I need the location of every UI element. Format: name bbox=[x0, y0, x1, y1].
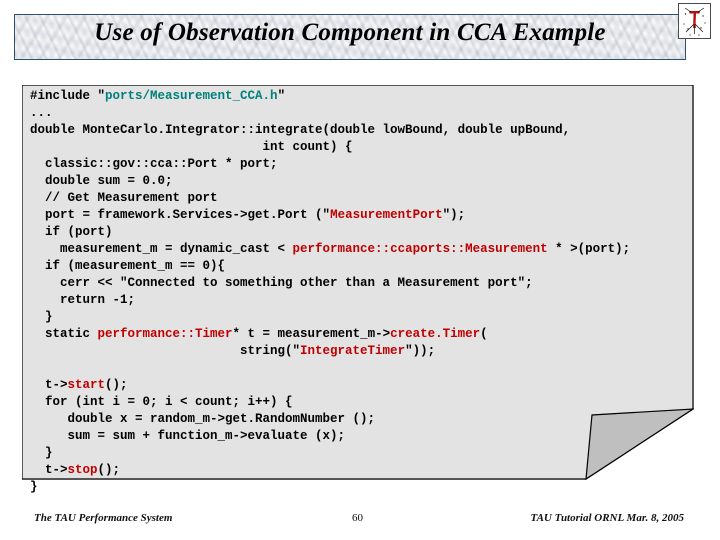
code-line: // Get Measurement port bbox=[30, 190, 690, 207]
tau-logo bbox=[678, 3, 711, 39]
code-line: if (measurement_m == 0){ bbox=[30, 258, 690, 275]
code-line: double x = random_m->get.RandomNumber ()… bbox=[30, 411, 690, 428]
code-line: port = framework.Services->get.Port ("Me… bbox=[30, 207, 690, 224]
code-token: } bbox=[30, 310, 53, 324]
code-line: double sum = 0.0; bbox=[30, 173, 690, 190]
code-line: } bbox=[30, 479, 690, 496]
code-line: } bbox=[30, 445, 690, 462]
code-token: double MonteCarlo.Integrator::integrate(… bbox=[30, 123, 571, 137]
code-line: string("IntegrateTimer")); bbox=[30, 343, 690, 360]
code-line: measurement_m = dynamic_cast < performan… bbox=[30, 241, 690, 258]
code-line: return -1; bbox=[30, 292, 690, 309]
code-token: ( bbox=[480, 327, 488, 341]
footer-right-text: TAU Tutorial ORNL Mar. 8, 2005 bbox=[530, 512, 684, 524]
code-token: // Get Measurement port bbox=[30, 191, 218, 205]
code-token: " bbox=[97, 89, 106, 103]
code-token: IntegrateTimer bbox=[300, 344, 406, 358]
tau-logo-icon bbox=[679, 4, 710, 38]
code-token: cerr << "Connected to something other th… bbox=[30, 276, 533, 290]
code-line: for (int i = 0; i < count; i++) { bbox=[30, 394, 690, 411]
code-token: return -1; bbox=[30, 293, 136, 307]
code-token: ... bbox=[30, 106, 53, 120]
slide-page-number: 60 bbox=[352, 512, 363, 524]
code-line: double MonteCarlo.Integrator::integrate(… bbox=[30, 122, 690, 139]
code-token: ")); bbox=[405, 344, 436, 358]
code-token: double sum = 0.0; bbox=[30, 174, 173, 188]
code-line: classic::gov::cca::Port * port; bbox=[30, 156, 690, 173]
code-line: sum = sum + function_m->evaluate (x); bbox=[30, 428, 690, 445]
code-token: * t = measurement_m-> bbox=[232, 327, 391, 341]
code-token: static bbox=[30, 327, 98, 341]
page-title: Use of Observation Component in CCA Exam… bbox=[94, 19, 606, 46]
code-token: " bbox=[277, 89, 286, 103]
code-token: classic::gov::cca::Port * port; bbox=[30, 157, 278, 171]
code-token: if (port) bbox=[30, 225, 113, 239]
code-token: sum = sum + function_m->evaluate (x); bbox=[30, 429, 346, 443]
code-token: MeasurementPort bbox=[330, 208, 443, 222]
code-token: string(" bbox=[30, 344, 301, 358]
code-token: measurement_m = dynamic_cast < bbox=[30, 242, 293, 256]
code-token: int count) { bbox=[30, 140, 353, 154]
code-token: #include bbox=[30, 89, 98, 103]
code-token: stop bbox=[67, 463, 98, 477]
code-token: } bbox=[30, 446, 53, 460]
code-token: (); bbox=[97, 463, 121, 477]
slide-title-bar: Use of Observation Component in CCA Exam… bbox=[14, 14, 686, 60]
code-token: (); bbox=[105, 378, 128, 392]
code-token: create.Timer bbox=[390, 327, 481, 341]
footer-left-text: The TAU Performance System bbox=[34, 512, 173, 524]
code-token: performance::ccaports::Measurement bbox=[292, 242, 548, 256]
code-line: cerr << "Connected to something other th… bbox=[30, 275, 690, 292]
code-token: if (measurement_m == 0){ bbox=[30, 259, 226, 273]
slide-footer: The TAU Performance System 60 TAU Tutori… bbox=[0, 512, 720, 532]
code-token: port = framework.Services->get.Port (" bbox=[30, 208, 331, 222]
code-token: for (int i = 0; i < count; i++) { bbox=[30, 395, 293, 409]
code-line: } bbox=[30, 309, 690, 326]
code-token: start bbox=[67, 378, 106, 392]
code-line: if (port) bbox=[30, 224, 690, 241]
code-line: ... bbox=[30, 105, 690, 122]
code-block: #include "ports/Measurement_CCA.h"... dou… bbox=[30, 88, 690, 496]
code-line: t->stop(); bbox=[30, 462, 690, 479]
code-token: "); bbox=[442, 208, 466, 222]
code-line: static performance::Timer* t = measureme… bbox=[30, 326, 690, 343]
code-token: performance::Timer bbox=[97, 327, 233, 341]
code-token: ports/Measurement_CCA.h bbox=[105, 89, 278, 103]
code-token: t-> bbox=[30, 378, 68, 392]
code-token: t-> bbox=[30, 463, 68, 477]
code-token: double x = random_m->get.RandomNumber ()… bbox=[30, 412, 376, 426]
code-token: } bbox=[30, 480, 38, 494]
code-line: t->start(); bbox=[30, 377, 690, 394]
code-line: #include "ports/Measurement_CCA.h" bbox=[30, 88, 690, 105]
code-token: * >(port); bbox=[547, 242, 631, 256]
code-line: int count) { bbox=[30, 139, 690, 156]
